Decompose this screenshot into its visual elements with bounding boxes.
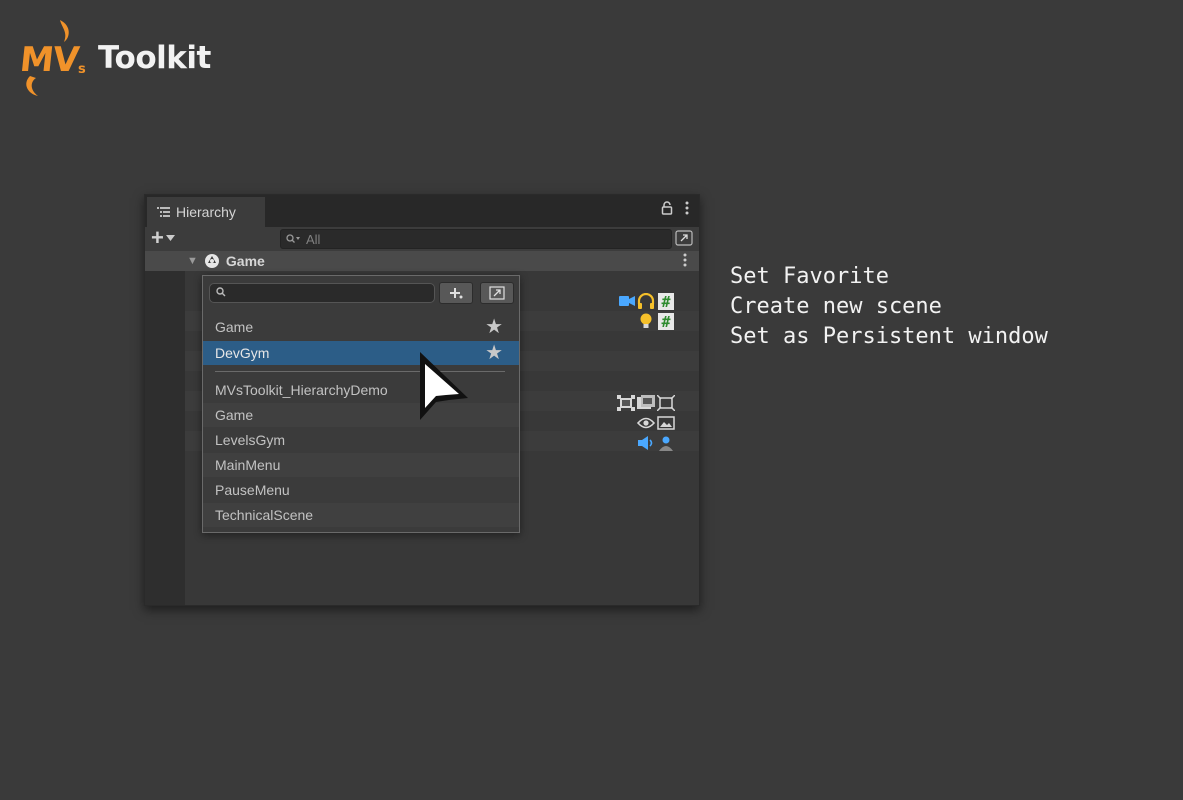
favorite-scene-item[interactable]: Game ★ [203, 315, 519, 339]
hierarchy-toolbar: + All [145, 227, 699, 251]
maximize-icon [489, 286, 505, 300]
eye-icon [637, 417, 655, 429]
tab-label: Hierarchy [176, 204, 236, 220]
svg-text:#: # [661, 313, 670, 330]
audio-source-icon [638, 436, 653, 450]
search-icon [286, 234, 300, 243]
add-scene-icon [450, 288, 463, 299]
scene-more-icon[interactable] [683, 253, 687, 267]
note-set-favorite: Set Favorite [730, 264, 889, 289]
maximize-icon[interactable] [675, 230, 693, 246]
hierarchy-list-icon [157, 207, 170, 217]
scene-item-label: Game [215, 319, 254, 335]
scene-search-input[interactable] [209, 283, 435, 303]
tab-bar: Hierarchy [145, 195, 699, 227]
scene-item[interactable]: TechnicalScene [203, 503, 519, 527]
scene-item-label: LevelsGym [215, 432, 286, 448]
image-icon [637, 395, 655, 409]
script-icon: # [658, 293, 674, 310]
canvas-icon [657, 395, 675, 411]
search-icon [216, 287, 226, 297]
search-placeholder: All [306, 231, 321, 247]
scene-item-label: MainMenu [215, 457, 281, 473]
scene-item-label: PauseMenu [215, 482, 290, 498]
logo-toolkit: Toolkit [98, 40, 211, 76]
hierarchy-gutter [145, 271, 185, 605]
star-icon[interactable]: ★ [485, 315, 503, 339]
rect-transform-icon [617, 395, 635, 411]
feature-notes: Set Favorite Create new scene Set as Persi… [730, 262, 1048, 352]
cursor-icon [420, 352, 468, 420]
more-icon[interactable] [685, 201, 689, 215]
create-scene-button[interactable] [439, 282, 473, 304]
scene-item[interactable]: MainMenu [203, 453, 519, 477]
headphones-icon [637, 293, 655, 309]
foldout-arrow-icon[interactable]: ▼ [187, 255, 198, 267]
script-icon: # [658, 313, 674, 330]
scene-item-label: DevGym [215, 345, 270, 361]
scene-item[interactable]: LevelsGym [203, 428, 519, 452]
scene-item-label: Game [215, 407, 254, 423]
raw-image-icon [657, 416, 675, 430]
scene-item-label: TechnicalScene [215, 507, 314, 523]
lock-icon[interactable] [661, 201, 673, 215]
logo-mv: MV [17, 40, 81, 80]
light-bulb-icon [640, 313, 652, 328]
note-persistent-window: Set as Persistent window [730, 324, 1048, 349]
scene-header-game[interactable]: ▼ Game [145, 251, 699, 271]
plus-icon: + [151, 225, 164, 250]
star-icon[interactable]: ★ [485, 341, 503, 365]
scene-item-label: MVsToolkit_HierarchyDemo [215, 382, 388, 398]
player-icon [659, 436, 673, 451]
logo-s: s [78, 62, 86, 77]
svg-text:#: # [661, 293, 670, 310]
mvs-toolkit-logo: MV s Toolkit [18, 18, 238, 98]
camera-icon [619, 296, 635, 306]
tab-hierarchy[interactable]: Hierarchy [147, 197, 265, 227]
persistent-window-button[interactable] [480, 282, 514, 304]
scene-name: Game [225, 253, 265, 269]
add-button[interactable]: + [151, 225, 175, 250]
hierarchy-search-input[interactable]: All [280, 229, 672, 249]
note-create-scene: Create new scene [730, 294, 942, 319]
unity-scene-icon [204, 254, 219, 268]
chevron-down-icon [165, 235, 175, 241]
scene-item[interactable]: PauseMenu [203, 478, 519, 502]
